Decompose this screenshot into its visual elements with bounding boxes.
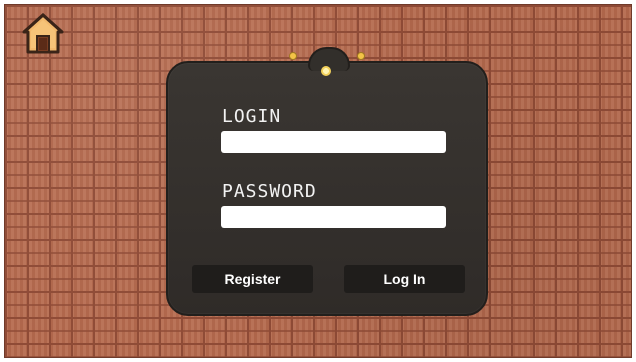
- log-in-button[interactable]: Log In: [344, 265, 465, 293]
- panel-light-left: [289, 52, 297, 60]
- password-label: PASSWORD: [222, 181, 317, 202]
- status-light-icon: [321, 66, 331, 76]
- register-button[interactable]: Register: [192, 265, 313, 293]
- login-label: LOGIN: [222, 106, 282, 127]
- home-icon: [22, 12, 64, 54]
- home-button[interactable]: [20, 12, 66, 56]
- panel-light-right: [357, 52, 365, 60]
- password-input[interactable]: [221, 206, 446, 228]
- login-input[interactable]: [221, 131, 446, 153]
